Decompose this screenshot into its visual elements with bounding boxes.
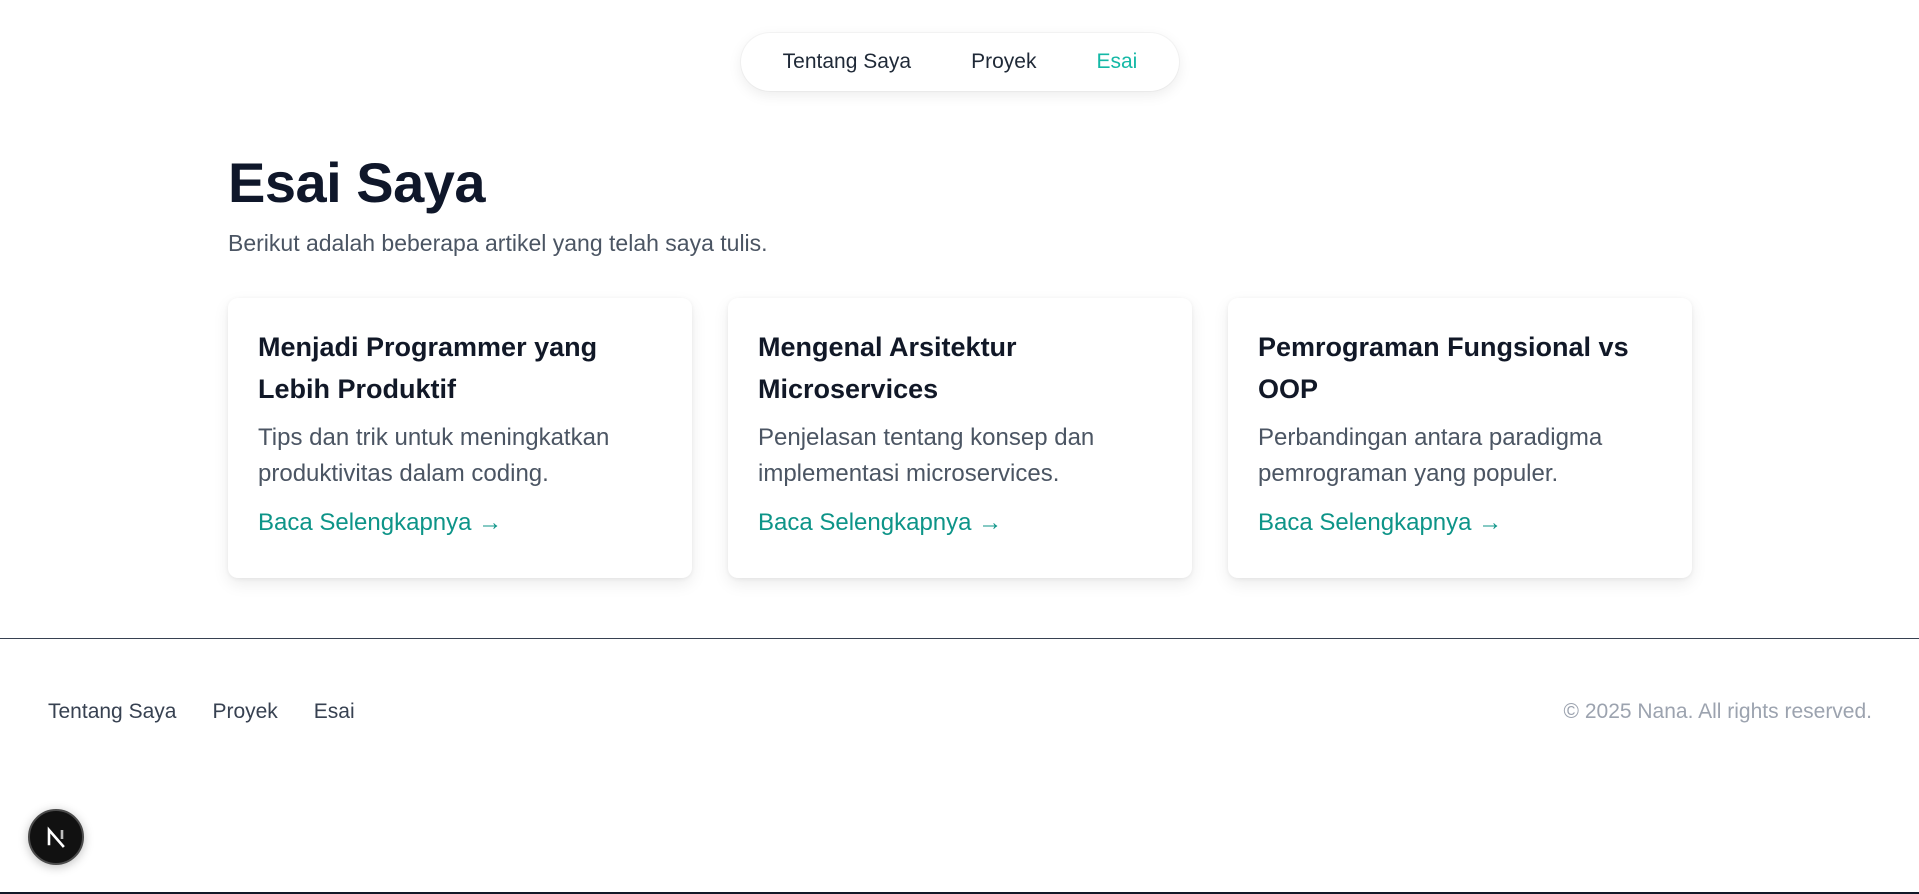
footer-divider [0, 638, 1919, 639]
footer-link-tentang-saya[interactable]: Tentang Saya [48, 700, 176, 724]
nav-item-esai[interactable]: Esai [1066, 50, 1167, 74]
top-navigation: Tentang Saya Proyek Esai [741, 33, 1179, 91]
read-more-link[interactable]: Baca Selengkapnya → [1258, 509, 1502, 536]
article-card-list: Menjadi Programmer yang Lebih Produktif … [228, 298, 1692, 578]
article-title: Mengenal Arsitektur Microservices [758, 332, 1017, 404]
nav-item-proyek[interactable]: Proyek [941, 50, 1066, 74]
copyright-text: © 2025 Nana. All rights reserved. [1563, 700, 1872, 723]
nextjs-logo-icon [47, 826, 65, 848]
page-title: Esai Saya [228, 151, 486, 214]
article-title: Menjadi Programmer yang Lebih Produktif [258, 332, 598, 404]
footer-navigation: Tentang Saya Proyek Esai [48, 700, 355, 724]
read-more-link[interactable]: Baca Selengkapnya → [758, 509, 1002, 536]
article-description: Tips dan trik untuk meningkatkan produkt… [258, 424, 610, 487]
nextjs-dev-tools-button[interactable] [28, 809, 84, 865]
page: Tentang Saya Proyek Esai Esai Saya Berik… [0, 0, 1919, 894]
article-description: Penjelasan tentang konsep dan implementa… [758, 424, 1095, 487]
footer-link-proyek[interactable]: Proyek [212, 700, 277, 724]
article-card: Menjadi Programmer yang Lebih Produktif … [228, 298, 692, 578]
article-card: Mengenal Arsitektur Microservices Penjel… [728, 298, 1192, 578]
article-description: Perbandingan antara paradigma pemrograma… [1258, 424, 1603, 487]
article-title: Pemrograman Fungsional vs OOP [1258, 332, 1629, 404]
page-subtitle: Berikut adalah beberapa artikel yang tel… [228, 230, 768, 256]
read-more-link[interactable]: Baca Selengkapnya → [258, 509, 502, 536]
nav-item-tentang-saya[interactable]: Tentang Saya [753, 50, 941, 74]
article-card: Pemrograman Fungsional vs OOP Perbanding… [1228, 298, 1692, 578]
footer-link-esai[interactable]: Esai [314, 700, 355, 724]
